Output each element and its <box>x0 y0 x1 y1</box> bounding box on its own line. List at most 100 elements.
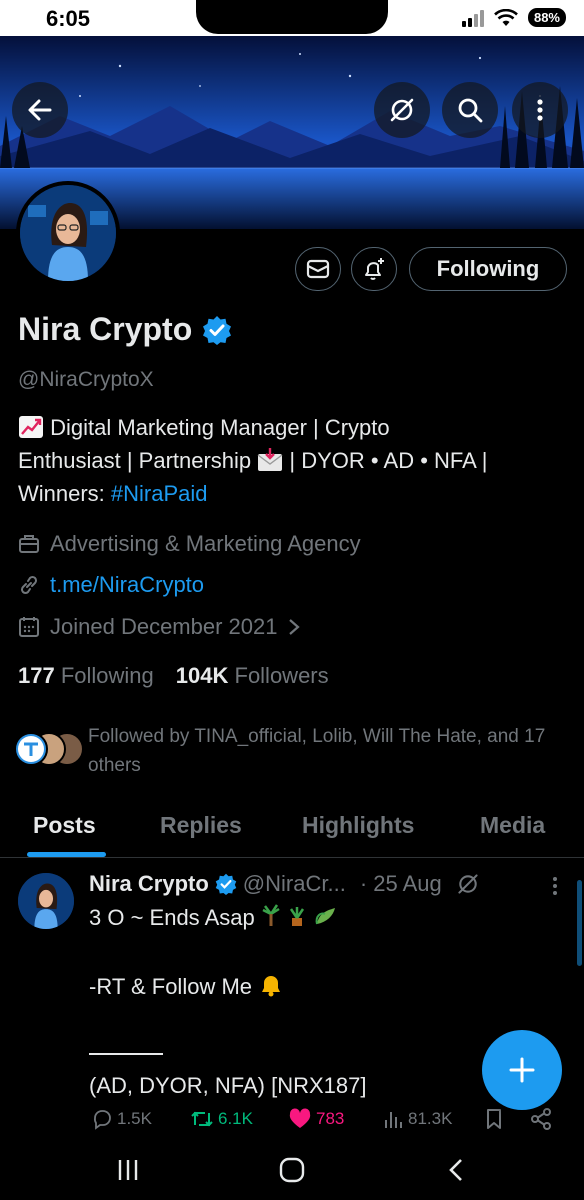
profile-website-link[interactable]: t.me/NiraCrypto <box>50 572 204 598</box>
verified-badge-icon <box>215 873 237 895</box>
heart-icon <box>289 1108 311 1128</box>
profile-bio: Digital Marketing Manager | Crypto Enthu… <box>18 411 568 510</box>
bio-text-1: Digital Marketing Manager | Crypto <box>50 415 390 440</box>
status-bar: 6:05 88% <box>0 0 584 36</box>
post-avatar-image <box>18 873 74 929</box>
recent-apps-icon <box>118 1160 138 1180</box>
post-author-name[interactable]: Nira Crypto <box>89 871 209 897</box>
share-button[interactable] <box>530 1108 552 1130</box>
mail-icon <box>306 259 330 279</box>
post-avatar[interactable] <box>18 873 74 929</box>
status-icons: 88% <box>461 8 566 27</box>
profile-link-row: t.me/NiraCrypto <box>18 572 204 598</box>
profile-category-row: Advertising & Marketing Agency <box>18 531 361 557</box>
repost-icon <box>191 1111 213 1127</box>
followed-by-section[interactable]: Followed by TINA_official, Lolib, Will T… <box>14 722 574 782</box>
views-chart-icon <box>385 1112 402 1128</box>
home-button[interactable] <box>272 1152 312 1188</box>
tab-media[interactable]: Media <box>480 812 545 839</box>
tab-highlights[interactable]: Highlights <box>302 812 414 839</box>
following-count-link[interactable]: 177 Following <box>18 663 154 689</box>
chart-increasing-emoji-icon <box>19 416 43 438</box>
system-back-button[interactable] <box>436 1152 476 1188</box>
post-line-1: 3 O ~ Ends Asap <box>89 901 529 937</box>
followers-label: Followers <box>234 663 329 688</box>
profile-name: Nira Crypto <box>18 311 193 347</box>
verified-badge-icon[interactable] <box>202 315 232 345</box>
post-line-2 <box>89 937 529 970</box>
bell-plus-icon <box>365 258 384 280</box>
compose-post-button[interactable] <box>482 1030 562 1110</box>
post-line-4 <box>89 1003 529 1036</box>
post-text-3: -RT & Follow Me <box>89 974 253 999</box>
bookmark-button[interactable] <box>484 1108 504 1130</box>
grok-button[interactable] <box>374 82 430 138</box>
grok-icon[interactable] <box>456 872 480 896</box>
bio-hashtag-link[interactable]: #NiraPaid <box>111 481 208 506</box>
status-time: 6:05 <box>46 6 91 31</box>
tab-posts[interactable]: Posts <box>33 812 96 839</box>
message-button[interactable] <box>295 247 341 291</box>
repost-count: 6.1K <box>218 1109 253 1128</box>
camera-notch <box>196 0 388 34</box>
bio-text-2a: Enthusiast | Partnership <box>18 448 252 473</box>
notifications-button[interactable] <box>351 247 397 291</box>
like-button[interactable]: 783 <box>288 1108 344 1130</box>
palm-plant-emoji-icon <box>261 904 341 937</box>
bio-text-3: Winners: <box>18 481 105 506</box>
post-line-5 <box>89 1036 529 1069</box>
bio-text-2b: | DYOR • AD • NFA | <box>289 448 488 473</box>
followed-by-text: Followed by TINA_official, Lolib, Will T… <box>88 726 546 776</box>
profile-avatar[interactable] <box>16 181 120 285</box>
followers-count: 104K <box>175 663 229 688</box>
followers-count-link[interactable]: 104K Followers <box>176 663 329 689</box>
profile-joined-row[interactable]: Joined December 2021 <box>18 614 301 640</box>
recent-apps-button[interactable] <box>108 1152 148 1188</box>
reply-count: 1.5K <box>117 1109 152 1128</box>
share-icon <box>531 1108 551 1130</box>
scrollbar[interactable] <box>577 880 582 966</box>
post-divider <box>89 1053 163 1056</box>
post-date: · 25 Aug <box>359 871 442 896</box>
reply-icon <box>93 1110 111 1130</box>
back-button[interactable] <box>12 82 68 138</box>
views-button[interactable]: 81.3K <box>382 1108 452 1130</box>
avatar-image <box>20 185 116 281</box>
follow-counts: 177 Following 104K Followers <box>18 663 329 689</box>
more-vertical-icon <box>537 99 543 121</box>
active-tab-indicator <box>27 852 106 857</box>
like-count: 783 <box>316 1109 345 1128</box>
following-button[interactable]: Following <box>409 247 567 291</box>
bookmark-icon <box>487 1109 501 1129</box>
link-icon <box>20 575 38 595</box>
profile-category: Advertising & Marketing Agency <box>50 531 361 556</box>
chevron-right-icon <box>289 619 301 635</box>
search-button[interactable] <box>442 82 498 138</box>
repost-button[interactable]: 6.1K <box>190 1108 253 1130</box>
reply-button[interactable]: 1.5K <box>91 1108 152 1130</box>
grok-icon <box>390 98 414 122</box>
post-more-icon[interactable] <box>546 875 564 897</box>
arrow-left-icon <box>28 99 52 121</box>
profile-name-row: Nira Crypto <box>18 311 232 348</box>
bell-emoji-icon <box>262 976 281 997</box>
chevron-left-icon <box>449 1159 462 1181</box>
followed-by-avatars <box>14 732 84 768</box>
bio-line-1: Digital Marketing Manager | Crypto <box>18 411 568 444</box>
profile-handle: @NiraCryptoX <box>18 368 154 391</box>
following-label: Following <box>60 663 154 688</box>
tina-logo-icon <box>18 736 44 762</box>
home-circle-icon <box>279 1157 305 1183</box>
profile-joined-date: Joined December 2021 <box>50 614 278 639</box>
post-text-1: 3 O ~ Ends Asap <box>89 905 255 930</box>
post-actions: 1.5K 6.1K 783 81.3K <box>0 1108 584 1138</box>
battery-indicator: 88% <box>527 8 566 27</box>
following-count: 177 <box>18 663 55 688</box>
post-header: Nira Crypto @NiraCr... · 25 Aug <box>89 871 480 897</box>
tab-replies[interactable]: Replies <box>160 812 242 839</box>
bio-line-3: Winners: #NiraPaid <box>18 477 568 510</box>
briefcase-icon <box>19 535 39 553</box>
more-options-button[interactable] <box>512 82 568 138</box>
follower-avatar-1 <box>14 732 48 766</box>
post-line-3: -RT & Follow Me <box>89 970 529 1003</box>
